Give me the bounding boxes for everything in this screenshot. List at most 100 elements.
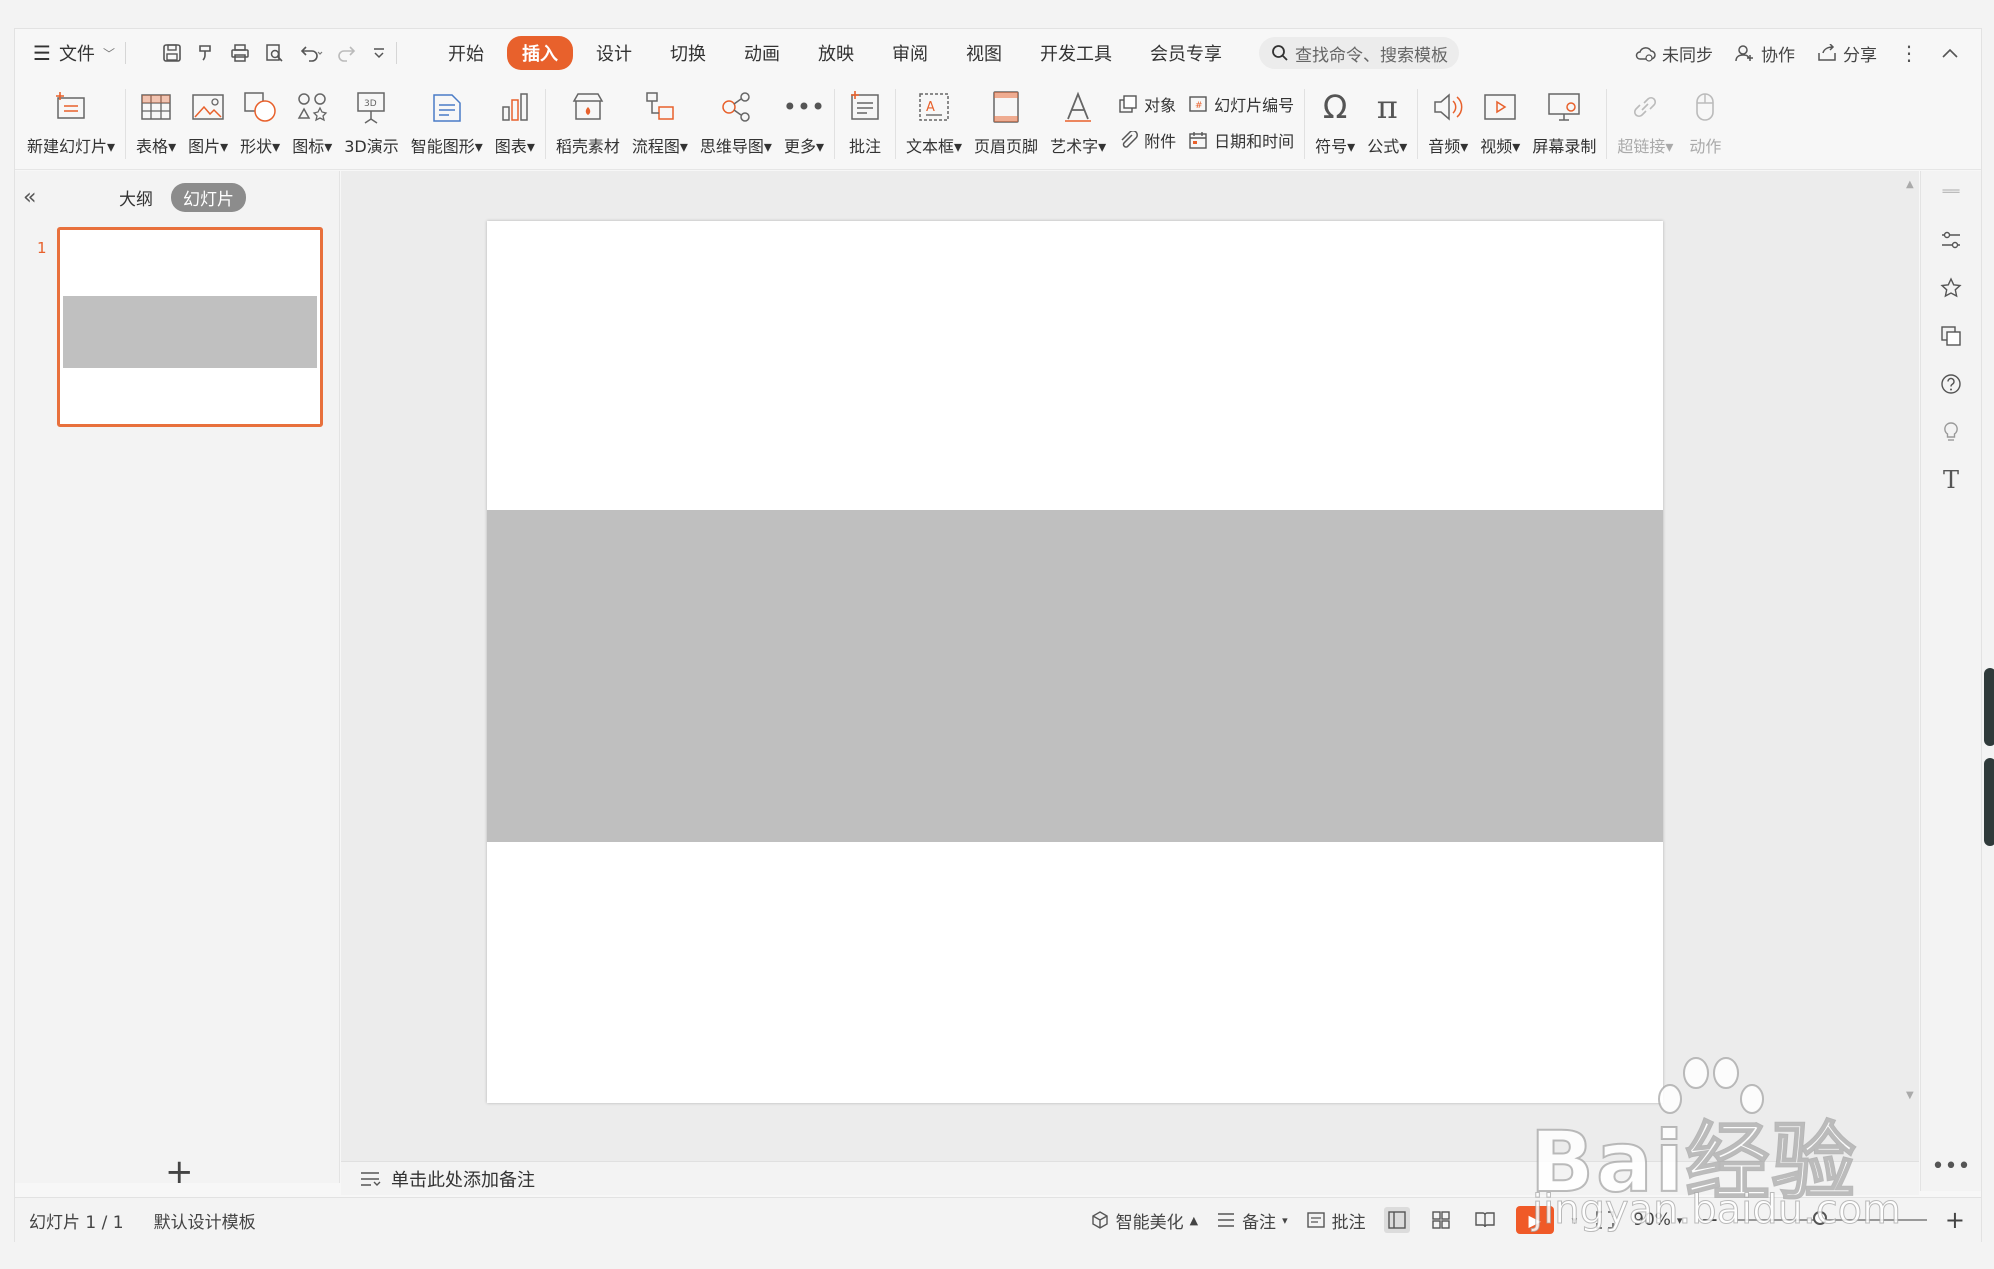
tab-transitions[interactable]: 切换 [655, 36, 721, 70]
new-slide-label: 新建幻灯片▾ [27, 137, 116, 156]
collapse-ribbon-icon[interactable] [1941, 47, 1959, 59]
wordart-button[interactable]: 艺术字▾ [1044, 79, 1112, 169]
scroll-down-icon[interactable]: ▼ [1906, 1090, 1914, 1101]
mindmap-button[interactable]: 思维导图▾ [694, 79, 778, 169]
screen-record-button[interactable]: 屏幕录制 [1526, 79, 1602, 169]
tab-view[interactable]: 视图 [951, 36, 1017, 70]
shape-button[interactable]: 形状▾ [234, 79, 286, 169]
table-button[interactable]: 表格▾ [130, 79, 182, 169]
tab-review[interactable]: 审阅 [877, 36, 943, 70]
command-search[interactable]: 查找命令、搜索模板 [1258, 37, 1459, 69]
object-button[interactable]: 对象 [1118, 92, 1176, 116]
datetime-button[interactable]: 日期和时间 [1188, 128, 1294, 152]
attachment-button[interactable]: 附件 [1118, 128, 1176, 152]
object-label: 对象 [1144, 96, 1177, 115]
material-button[interactable]: 稻壳素材 [550, 79, 626, 169]
fit-window-icon[interactable] [1595, 1210, 1615, 1230]
tab-slideshow[interactable]: 放映 [803, 36, 869, 70]
flowchart-button[interactable]: 流程图▾ [626, 79, 694, 169]
more-label: 更多▾ [783, 137, 824, 156]
right-task-pane: ══ T ••• [1920, 171, 1981, 1191]
tab-insert[interactable]: 插入 [506, 36, 573, 70]
collaborate-button[interactable]: 协作 [1735, 41, 1795, 66]
formula-button[interactable]: π 公式▾ [1361, 79, 1413, 169]
shape-icon [240, 87, 280, 127]
new-slide-button[interactable]: 新建幻灯片▾ [21, 79, 121, 169]
separator [1606, 89, 1608, 159]
reading-view-icon[interactable] [1472, 1207, 1498, 1233]
shape-label: 形状▾ [240, 137, 281, 156]
slide-thumbnail[interactable] [57, 227, 323, 427]
more-horizontal-icon[interactable]: ••• [1932, 1154, 1971, 1179]
separator [395, 42, 397, 64]
tab-animation[interactable]: 动画 [729, 36, 795, 70]
3d-demo-button[interactable]: 3D 3D演示 [338, 79, 405, 169]
picture-button[interactable]: 图片▾ [182, 79, 234, 169]
collapse-panel-icon[interactable]: « [23, 185, 36, 210]
undo-icon[interactable] [298, 43, 324, 63]
help-icon[interactable] [1938, 371, 1964, 397]
side-widget-handle[interactable] [1984, 668, 1994, 746]
tab-home[interactable]: 开始 [433, 36, 499, 70]
status-bar: 幻灯片 1 / 1 默认设计模板 智能美化 ▲ 备注 ▾ 批注 ▶ ▾ 90% … [15, 1197, 1981, 1242]
zoom-in-icon[interactable]: + [1945, 1206, 1965, 1234]
video-button[interactable]: 视频▾ [1474, 79, 1526, 169]
tab-developer[interactable]: 开发工具 [1025, 36, 1127, 70]
icon-button[interactable]: 图标▾ [286, 79, 338, 169]
more-button[interactable]: ••• 更多▾ [778, 79, 830, 169]
notes-pane[interactable]: 单击此处添加备注 [341, 1161, 1919, 1195]
redo-icon[interactable] [338, 43, 358, 63]
zoom-level[interactable]: 90% ▾ [1633, 1210, 1682, 1230]
format-painter-icon[interactable] [196, 43, 216, 63]
copy-layers-icon[interactable] [1938, 323, 1964, 349]
pi-icon: π [1376, 88, 1398, 126]
slide-sorter-view-icon[interactable] [1428, 1207, 1454, 1233]
status-right: 智能美化 ▲ 备注 ▾ 批注 ▶ ▾ 90% ▾ − + [1090, 1198, 1965, 1242]
slide-gray-rectangle[interactable] [487, 510, 1663, 842]
settings-sliders-icon[interactable] [1938, 227, 1964, 253]
sync-status[interactable]: 未同步 [1634, 41, 1713, 66]
zoom-out-icon[interactable]: − [1700, 1208, 1718, 1233]
tab-outline[interactable]: 大纲 [119, 185, 153, 210]
hyperlink-button[interactable]: 超链接▾ [1611, 79, 1679, 169]
notes-toggle[interactable]: 备注 ▾ [1216, 1208, 1288, 1233]
header-footer-button[interactable]: 页眉页脚 [968, 79, 1044, 169]
add-slide-icon[interactable]: + [165, 1155, 194, 1189]
slide-canvas[interactable] [487, 221, 1663, 1103]
textbox-button[interactable]: A 文本框▾ [900, 79, 968, 169]
chart-button[interactable]: 图表▾ [489, 79, 541, 169]
presentation-app: ☰ 文件 ﹀ 开始 插入 设计 切换 动画 放映 审阅 视图 开发工具 会员专享… [14, 28, 1982, 1242]
zoom-slider-knob[interactable] [1812, 1211, 1827, 1225]
print-icon[interactable] [230, 43, 250, 63]
normal-view-icon[interactable] [1383, 1207, 1410, 1233]
comment-toggle[interactable]: 批注 [1306, 1208, 1366, 1233]
omega-icon: Ω [1322, 88, 1348, 126]
slideshow-play-icon[interactable]: ▶ [1515, 1206, 1554, 1234]
zoom-slider[interactable] [1736, 1211, 1927, 1225]
smart-beautify-button[interactable]: 智能美化 ▲ [1090, 1208, 1198, 1233]
slide-number-button[interactable]: # 幻灯片编号 [1188, 92, 1294, 116]
customize-toolbar-icon[interactable] [372, 43, 386, 63]
print-preview-icon[interactable] [264, 43, 284, 63]
slideshow-dropdown-icon[interactable]: ▾ [1572, 1214, 1578, 1227]
save-icon[interactable] [162, 43, 182, 63]
comment-button[interactable]: 批注 [839, 79, 891, 169]
more-vertical-icon[interactable]: ⋮ [1899, 41, 1919, 65]
vertical-scrollbar[interactable]: ▲ ▼ [1903, 171, 1919, 1161]
file-menu[interactable]: ☰ 文件 ﹀ [33, 40, 115, 66]
side-widget-handle[interactable] [1984, 758, 1994, 846]
tab-design[interactable]: 设计 [581, 36, 647, 70]
tab-slides[interactable]: 幻灯片 [171, 182, 246, 212]
tab-member[interactable]: 会员专享 [1135, 36, 1237, 70]
share-button[interactable]: 分享 [1817, 41, 1877, 66]
star-icon[interactable] [1938, 275, 1964, 301]
textbox-label: 文本框▾ [906, 137, 963, 156]
smart-graphic-button[interactable]: 智能图形▾ [405, 79, 489, 169]
audio-button[interactable]: 音频▾ [1422, 79, 1474, 169]
lightbulb-icon[interactable] [1938, 419, 1964, 445]
scroll-up-icon[interactable]: ▲ [1906, 179, 1914, 190]
text-format-icon[interactable]: T [1938, 466, 1964, 494]
action-button[interactable]: 动作 [1679, 79, 1731, 169]
symbol-button[interactable]: Ω 符号▾ [1309, 79, 1361, 169]
template-name[interactable]: 默认设计模板 [154, 1208, 256, 1233]
